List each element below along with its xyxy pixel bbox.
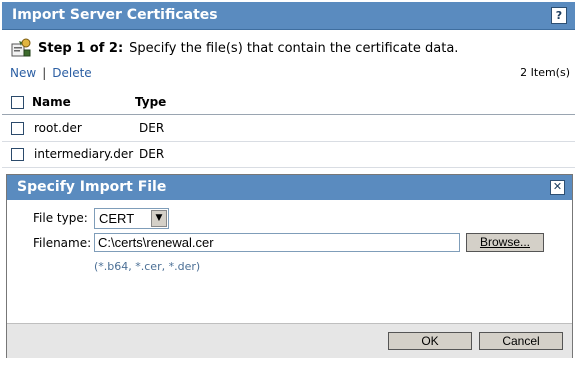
wizard-titlebar: Import Server Certificates ? bbox=[2, 2, 575, 30]
file-extension-hint: (*.b64, *.cer, *.der) bbox=[94, 260, 201, 273]
row-checkbox[interactable] bbox=[11, 148, 24, 161]
step-description: Specify the file(s) that contain the cer… bbox=[129, 40, 459, 56]
certificate-wizard-icon bbox=[11, 38, 31, 57]
close-icon[interactable]: ✕ bbox=[550, 180, 565, 195]
column-header-name: Name bbox=[32, 95, 71, 109]
new-link[interactable]: New bbox=[10, 66, 36, 80]
cancel-button[interactable]: Cancel bbox=[479, 332, 563, 350]
file-type-value: CERT bbox=[99, 211, 135, 226]
dialog-titlebar[interactable]: Specify Import File ✕ bbox=[7, 175, 572, 200]
table-row: root.der DER bbox=[2, 115, 575, 142]
cell-name: root.der bbox=[34, 121, 82, 135]
import-file-dialog: Specify Import File ✕ File type: CERT ▼ … bbox=[6, 174, 573, 358]
step-label: Step 1 of 2: bbox=[38, 40, 124, 56]
step-indicator: Step 1 of 2: Specify the file(s) that co… bbox=[10, 36, 458, 60]
filename-input[interactable] bbox=[94, 233, 460, 252]
cell-type: DER bbox=[139, 147, 165, 161]
filename-label: Filename: bbox=[33, 236, 92, 250]
table-row: intermediary.der DER bbox=[2, 141, 575, 168]
wizard-title: Import Server Certificates bbox=[12, 7, 218, 23]
table-header: Name Type bbox=[2, 90, 575, 115]
cell-type: DER bbox=[139, 121, 165, 135]
dialog-footer: OK Cancel bbox=[7, 323, 572, 358]
item-count: 2 Item(s) bbox=[520, 66, 570, 79]
ok-button[interactable]: OK bbox=[388, 332, 472, 350]
chevron-down-icon[interactable]: ▼ bbox=[151, 210, 167, 227]
browse-button[interactable]: Browse... bbox=[466, 233, 544, 252]
delete-link[interactable]: Delete bbox=[52, 66, 91, 80]
dialog-title: Specify Import File bbox=[17, 179, 167, 195]
list-toolbar: New | Delete bbox=[10, 66, 92, 80]
select-all-checkbox[interactable] bbox=[11, 96, 24, 109]
file-type-label: File type: bbox=[33, 211, 88, 225]
help-button[interactable]: ? bbox=[551, 7, 567, 24]
toolbar-separator: | bbox=[42, 66, 47, 80]
column-header-type: Type bbox=[135, 95, 167, 109]
file-type-select[interactable]: CERT ▼ bbox=[94, 208, 169, 229]
row-checkbox[interactable] bbox=[11, 122, 24, 135]
cell-name: intermediary.der bbox=[34, 147, 134, 161]
